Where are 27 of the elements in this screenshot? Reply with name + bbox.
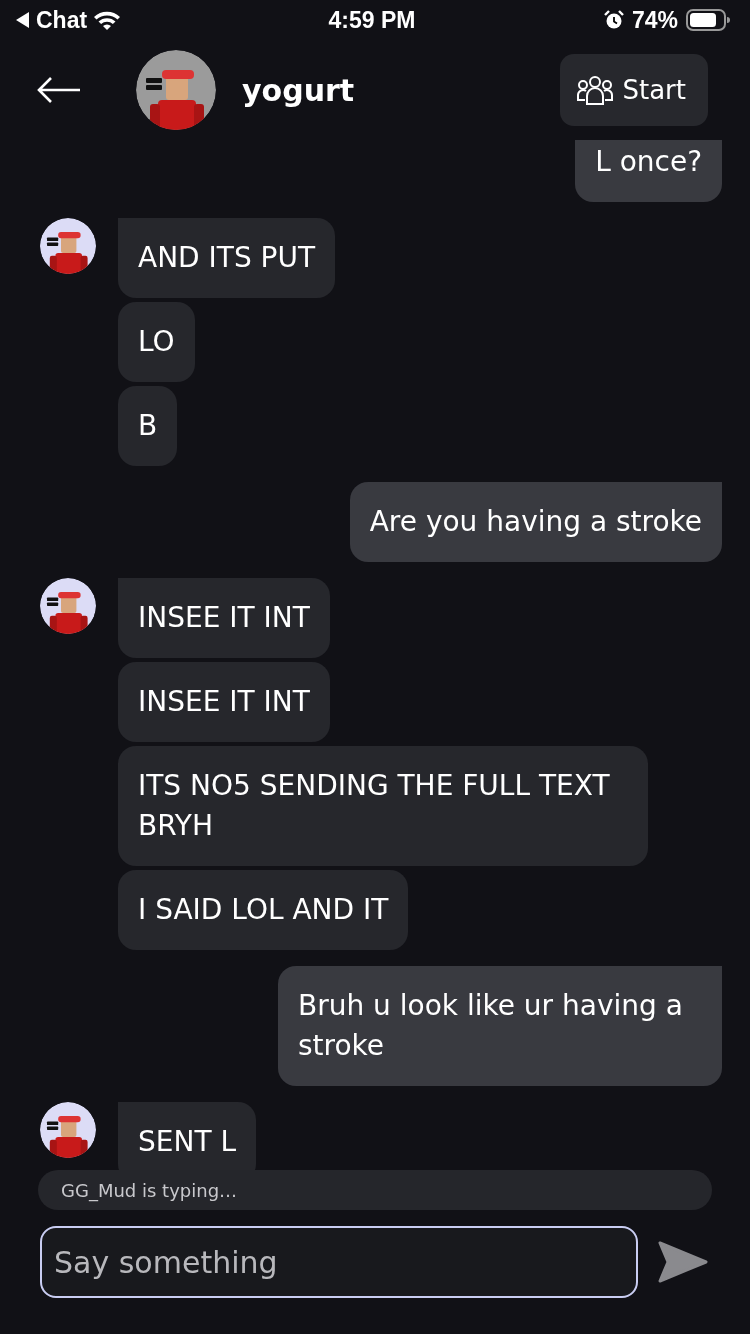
battery-percent: 74% <box>631 6 678 34</box>
message-bubble: I SAID LOL AND IT <box>118 870 409 950</box>
message-bubble: B <box>118 386 178 466</box>
message-bubble: Bruh u look like ur having a stroke <box>278 966 722 1086</box>
clock-time: 4:59 PM <box>328 6 416 34</box>
battery-icon <box>686 9 730 31</box>
message-bubble: LO <box>118 302 195 382</box>
alarm-icon <box>603 10 624 30</box>
back-arrow-icon[interactable] <box>36 76 82 104</box>
avatar <box>40 578 96 634</box>
contact-name: yogurt <box>242 72 356 108</box>
start-button[interactable]: Start <box>560 54 708 126</box>
send-icon[interactable] <box>658 1241 708 1283</box>
message-bubble: AND ITS PUT <box>118 218 336 298</box>
message-bubble: INSEE IT INT <box>118 662 330 742</box>
back-arrow-icon[interactable] <box>14 11 30 29</box>
typing-indicator: GG_Mud is typing… <box>38 1170 712 1210</box>
avatar <box>40 218 96 274</box>
message-bubble: INSEE IT INT <box>118 578 330 658</box>
people-icon <box>576 74 615 106</box>
wifi-icon <box>93 10 122 30</box>
message-bubble: L once? <box>575 140 722 202</box>
message-bubble: Are you having a stroke <box>349 482 722 562</box>
back-app-link[interactable]: Chat <box>36 6 88 34</box>
message-bubble: ITS NO5 SENDING THE FULL TEXT BRYH <box>118 746 648 866</box>
message-input[interactable]: Say something <box>40 1226 638 1298</box>
avatar <box>40 1102 96 1158</box>
